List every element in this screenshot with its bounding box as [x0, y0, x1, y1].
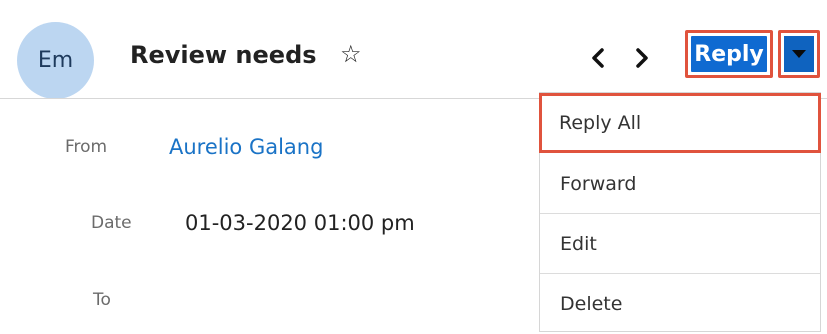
record-title: Review needs: [130, 41, 317, 69]
actions-dropdown-menu: Reply All Forward Edit Delete: [539, 92, 821, 332]
actions-dropdown-highlight: [778, 30, 820, 78]
reply-button[interactable]: Reply: [691, 36, 767, 72]
from-label: From: [65, 137, 108, 157]
menu-item-delete[interactable]: Delete: [540, 274, 820, 334]
menu-item-label: Edit: [560, 232, 597, 255]
date-value: 01-03-2020 01:00 pm: [185, 211, 415, 235]
to-label: To: [93, 290, 111, 310]
reply-button-highlight: Reply: [685, 30, 773, 78]
chevron-left-icon[interactable]: [584, 44, 612, 72]
menu-item-label: Reply All: [559, 112, 642, 134]
from-link[interactable]: Aurelio Galang: [169, 135, 323, 159]
avatar-initials: Em: [37, 48, 74, 73]
reply-button-label: Reply: [694, 41, 764, 67]
date-label: Date: [91, 213, 132, 233]
caret-down-icon: [792, 50, 806, 58]
menu-item-label: Delete: [560, 293, 623, 315]
menu-item-forward[interactable]: Forward: [540, 154, 820, 214]
clipped-caption-text: [0, 0, 827, 10]
chevron-right-icon[interactable]: [628, 44, 656, 72]
actions-dropdown-button[interactable]: [784, 36, 814, 72]
star-icon[interactable]: ☆: [340, 40, 362, 68]
avatar: Em: [17, 22, 94, 99]
menu-item-edit[interactable]: Edit: [540, 214, 820, 274]
menu-item-label: Forward: [560, 172, 637, 195]
menu-item-reply-all[interactable]: Reply All: [539, 93, 821, 153]
